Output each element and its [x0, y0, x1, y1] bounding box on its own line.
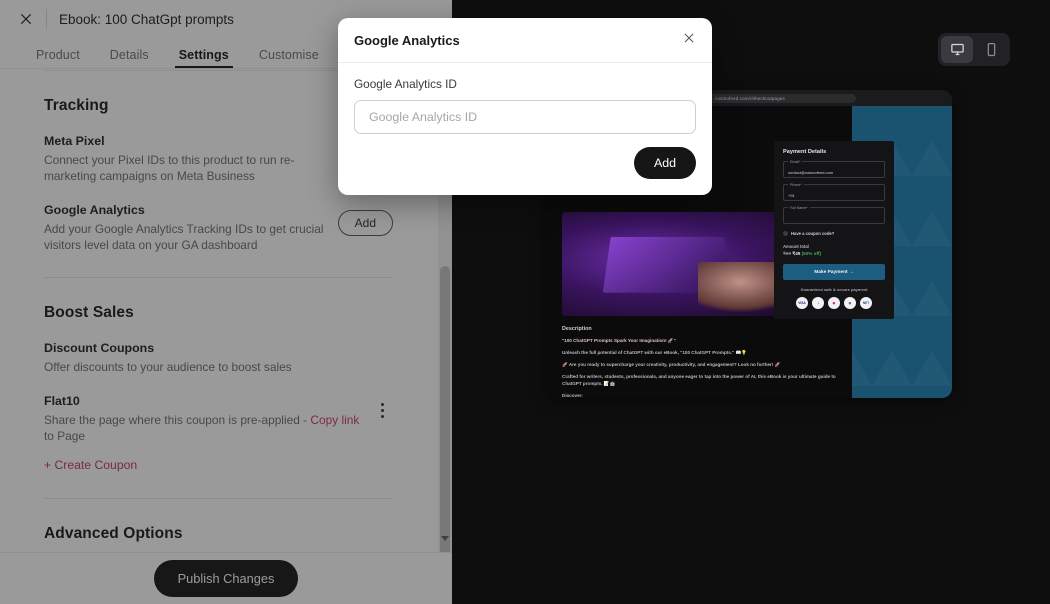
mobile-icon [984, 42, 999, 57]
payment-fullname-field[interactable]: Full Name* [783, 205, 885, 224]
mastercard-icon: ◉ [828, 297, 840, 309]
mobile-view-button[interactable] [975, 36, 1007, 63]
description-line: Discover: [562, 393, 583, 398]
google-analytics-id-input[interactable] [354, 100, 696, 134]
payment-heading: Payment Details [783, 149, 827, 155]
description-heading: Description [562, 326, 592, 332]
field-label: Email* [788, 159, 803, 164]
field-value: contact@cosmofeed.com [788, 170, 834, 175]
app-root: cosmofeed.com/chheckoutpages Description… [0, 0, 1050, 604]
description-line: Crafted for writers, students, professio… [562, 374, 836, 386]
payment-method-icons: VISA ◑ ◉ ◍ NET [783, 297, 885, 309]
make-payment-button[interactable]: Make Payment → [783, 264, 885, 280]
close-icon [682, 31, 696, 50]
amount-discount: (50% off) [801, 251, 822, 256]
payment-email-field[interactable]: Email* contact@cosmofeed.com [783, 159, 885, 178]
visa-icon: VISA [796, 297, 808, 309]
description-line: Unleash the full potential of ChatGPT wi… [562, 350, 748, 355]
amount-price: ₹49 [792, 251, 801, 256]
upi-icon: ◑ [812, 297, 824, 309]
coupon-label: Have a coupon code? [791, 231, 835, 236]
payment-phone-field[interactable]: Phone* +91 [783, 182, 885, 201]
payment-details-card: Payment Details Email* contact@cosmofeed… [774, 141, 894, 319]
modal-footer: Add [338, 134, 712, 179]
modal-body: Google Analytics ID [338, 63, 712, 134]
modal-title: Google Analytics [354, 32, 460, 48]
description-line: "100 ChatGPT Prompts Spark Your Imaginat… [562, 338, 676, 343]
field-label: Phone* [788, 182, 804, 187]
field-value: +91 [788, 193, 795, 198]
modal-close-button[interactable] [682, 31, 696, 50]
description-line: 🚀 Are you ready to supercharge your crea… [562, 362, 781, 367]
netbanking-icon: NET [860, 297, 872, 309]
rupay-icon: ◍ [844, 297, 856, 309]
modal-add-button[interactable]: Add [633, 147, 696, 179]
modal-field-label: Google Analytics ID [354, 77, 457, 91]
coupon-toggle[interactable]: Have a coupon code? [783, 231, 885, 236]
coupon-icon [783, 231, 788, 236]
monitor-icon [950, 42, 965, 57]
desktop-view-button[interactable] [941, 36, 973, 63]
amount-strike: ₹99 [783, 251, 792, 256]
field-label: Full Name* [788, 205, 810, 210]
secure-payment-text: Guaranteed safe & secure payment [800, 287, 868, 292]
device-toggle[interactable] [938, 33, 1010, 66]
amount-total-value: ₹99 ₹49 (50% off) [783, 251, 885, 257]
amount-total-label: Amount total [783, 244, 809, 249]
modal-header: Google Analytics [338, 18, 712, 63]
google-analytics-modal: Google Analytics Google Analytics ID Add [338, 18, 712, 195]
